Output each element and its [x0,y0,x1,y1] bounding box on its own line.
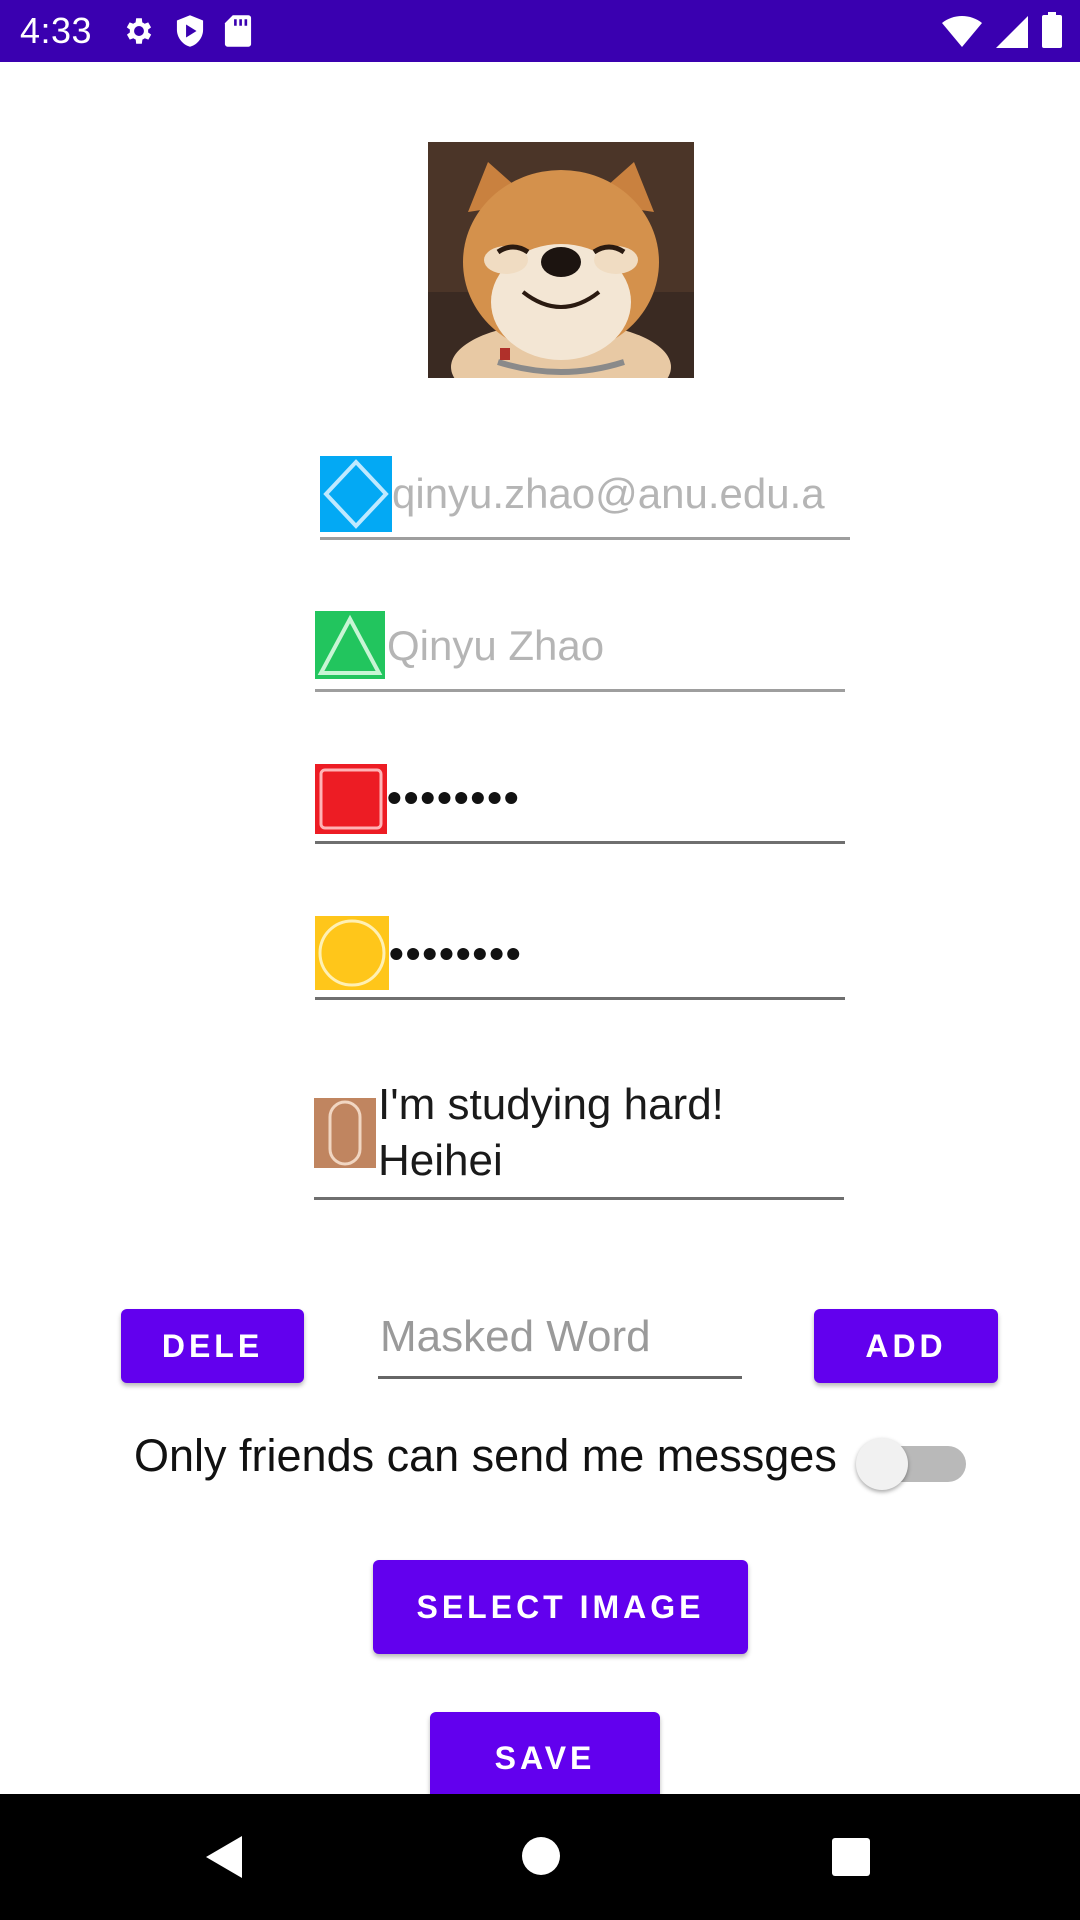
status-line-1: I'm studying hard! [378,1080,724,1129]
red-square-icon [315,764,387,839]
masked-word-placeholder: Masked Word [380,1312,651,1361]
status-bar: 4:33 [0,0,1080,62]
shield-play-icon [176,15,204,47]
email-value: qinyu.zhao@anu.edu.a [392,470,825,517]
navigation-bar [0,1794,1080,1920]
password-field[interactable]: •••••••• [315,762,845,844]
yellow-circle-icon [315,916,389,995]
friends-only-row: Only friends can send me messges [134,1420,966,1500]
email-field[interactable]: qinyu.zhao@anu.edu.a [320,456,850,540]
confirm-password-field[interactable]: •••••••• [315,914,845,1000]
edit-profile-screen: 4:33 qinyu.zhao@anu.edu.a Qinyu Zhao •••… [0,0,1080,1920]
gear-icon [126,18,152,44]
home-icon[interactable] [519,1834,563,1878]
email-underline [320,537,850,540]
profile-avatar [428,142,694,378]
name-underline [315,689,845,692]
signal-icon [996,16,1028,48]
select-image-button[interactable]: SELECT IMAGE [373,1560,748,1654]
confirm-password-value: •••••••• [389,930,523,977]
save-label: SAVE [494,1740,596,1776]
status-icons-right [942,12,1062,48]
sd-card-icon [224,15,252,47]
friends-only-label: Only friends can send me messges [134,1430,837,1481]
add-button-label: ADD [865,1327,947,1364]
blue-diamond-icon [320,456,392,537]
friends-only-switch-thumb[interactable] [856,1438,908,1490]
add-masked-word-button[interactable]: ADD [814,1309,998,1383]
battery-icon [1042,12,1062,48]
status-underline [314,1197,844,1200]
name-field[interactable]: Qinyu Zhao [315,610,845,692]
password-underline [315,841,845,844]
password-value: •••••••• [387,774,521,821]
back-icon[interactable] [200,1832,246,1882]
wifi-icon [942,16,982,47]
masked-word-input[interactable]: Masked Word [378,1306,742,1379]
status-field[interactable]: I'm studying hard! Heihei [314,1080,844,1200]
status-time: 4:33 [20,10,93,51]
delete-button-label: DELE [161,1327,264,1364]
name-value: Qinyu Zhao [387,622,605,669]
delete-masked-word-button[interactable]: DELE [121,1309,304,1383]
shiba-dog-photo [428,142,694,378]
status-line-2: Heihei [378,1136,503,1185]
brown-oval-icon [314,1098,376,1173]
confirm-password-underline [315,997,845,1000]
green-triangle-icon [315,611,385,684]
status-icons-left [122,14,252,48]
select-image-label: SELECT IMAGE [416,1588,705,1625]
recents-icon[interactable] [830,1836,872,1878]
